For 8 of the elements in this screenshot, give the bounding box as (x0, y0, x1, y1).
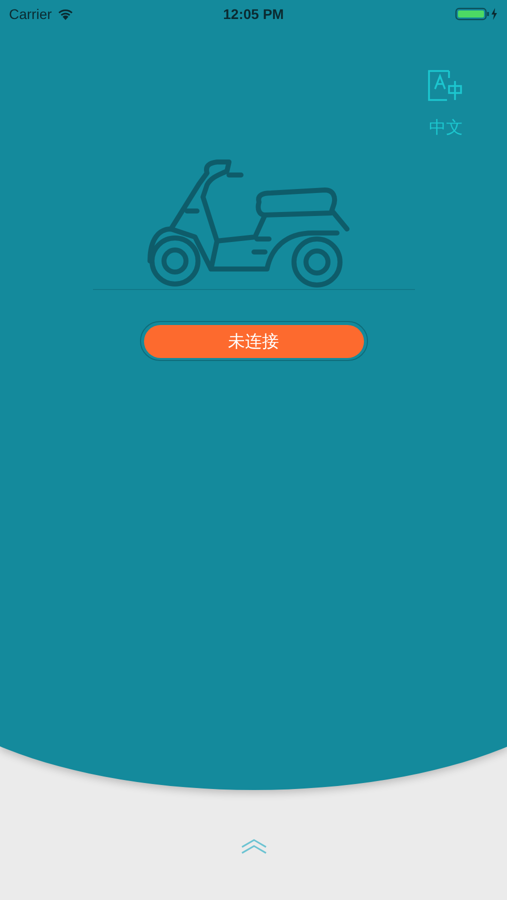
chevron-up-icon[interactable] (240, 838, 266, 854)
status-time: 12:05 PM (223, 6, 284, 22)
translate-icon (427, 70, 465, 102)
carrier-name: Carrier (9, 6, 52, 22)
connection-button[interactable]: 未连接 (144, 324, 364, 358)
battery-icon (455, 7, 499, 21)
wifi-icon (56, 8, 74, 20)
language-button[interactable]: 中文 (427, 70, 465, 139)
